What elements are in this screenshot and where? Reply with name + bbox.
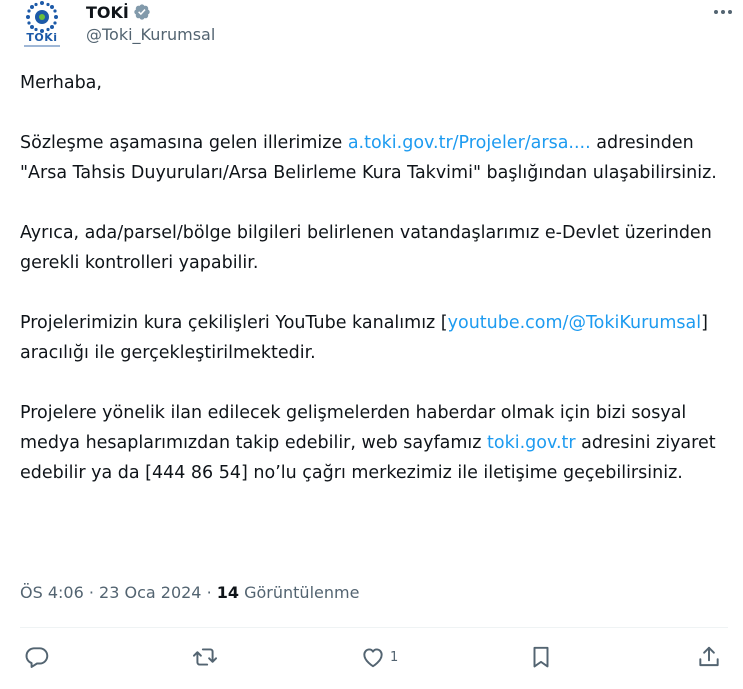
reply-icon xyxy=(25,647,49,668)
p3-text-a: Projelerimizin kura çekilişleri YouTube … xyxy=(20,313,448,333)
youtube-link[interactable]: youtube.com/@TokiKurumsal xyxy=(448,313,701,333)
tweet-date[interactable]: 23 Oca 2024 xyxy=(99,583,201,602)
retweet-button[interactable] xyxy=(192,644,218,670)
more-options-icon[interactable] xyxy=(711,2,735,22)
retweet-icon xyxy=(192,648,218,666)
p1-text-a: Sözleşme aşamasına gelen illerimize xyxy=(20,133,348,153)
action-bar: 1 xyxy=(24,640,724,674)
handle[interactable]: @Toki_Kurumsal xyxy=(86,25,215,44)
like-count: 1 xyxy=(390,649,399,665)
bookmark-icon xyxy=(533,646,549,668)
share-icon xyxy=(699,646,719,667)
toki-logo-icon xyxy=(26,1,58,33)
tweet-paragraph-1: Sözleşme aşamasına gelen illerimize a.to… xyxy=(20,128,720,188)
verified-badge-icon[interactable] xyxy=(133,3,151,21)
avatar-logo-text: TOKi xyxy=(26,31,58,44)
toki-website-link[interactable]: toki.gov.tr xyxy=(487,433,576,453)
tweet-header: TOKi TOKİ @Toki_Kurumsal xyxy=(20,0,735,52)
tweet-paragraph-2: Ayrıca, ada/parsel/bölge bilgileri belir… xyxy=(20,223,712,273)
tweet-text: Merhaba, Sözleşme aşamasına gelen illeri… xyxy=(20,68,720,518)
bookmark-button[interactable] xyxy=(528,644,554,670)
avatar-logo-underline xyxy=(24,45,60,47)
tweet-paragraph-3: Projelerimizin kura çekilişleri YouTube … xyxy=(20,308,720,368)
meta-separator: · xyxy=(201,583,217,602)
meta-separator: · xyxy=(83,583,100,602)
divider xyxy=(20,627,728,628)
arsa-link[interactable]: a.toki.gov.tr/Projeler/arsa.... xyxy=(348,133,591,153)
tweet-time[interactable]: ÖS 4:06 xyxy=(20,583,84,602)
tweet-meta: ÖS 4:06 · 23 Oca 2024 · 14 Görüntülenme xyxy=(20,583,359,602)
display-name[interactable]: TOKİ xyxy=(86,3,129,22)
share-button[interactable] xyxy=(696,644,722,670)
tweet-paragraph-4: Projelere yönelik ilan edilecek gelişmel… xyxy=(20,398,720,488)
reply-button[interactable] xyxy=(24,644,50,670)
name-row: TOKİ xyxy=(86,0,151,24)
like-button[interactable]: 1 xyxy=(360,644,398,670)
avatar[interactable]: TOKi xyxy=(20,0,64,48)
heart-icon xyxy=(363,648,383,668)
views-count: 14 xyxy=(216,583,240,602)
tweet-paragraph-greeting: Merhaba, xyxy=(20,73,102,93)
views-label: Görüntülenme xyxy=(239,583,360,602)
